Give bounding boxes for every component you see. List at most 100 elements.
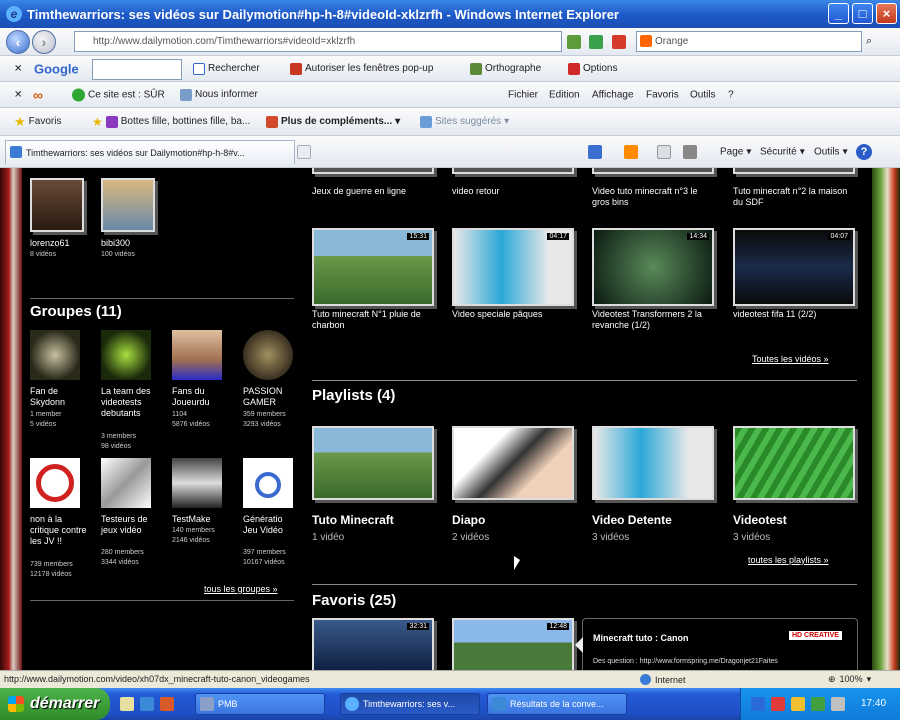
quicklaunch-icon[interactable] bbox=[120, 697, 134, 711]
home-icon[interactable] bbox=[588, 145, 602, 159]
zoom-level[interactable]: ⊕ 100% ▾ bbox=[828, 674, 871, 685]
more-addons-link[interactable]: Plus de compléments... ▾ bbox=[266, 115, 400, 128]
group-thumbnail[interactable] bbox=[30, 458, 80, 508]
group-thumbnail[interactable] bbox=[243, 330, 293, 380]
group-name[interactable]: Génératio Jeu Vidéo bbox=[243, 514, 299, 536]
group-thumbnail[interactable] bbox=[101, 458, 151, 508]
friend-avatar[interactable] bbox=[30, 178, 84, 232]
search-input[interactable]: Orange bbox=[636, 31, 862, 52]
menu-edit[interactable]: Edition bbox=[549, 89, 580, 100]
clock[interactable]: 17:40 bbox=[861, 698, 886, 709]
group-name[interactable]: Testeurs de jeux vidéo bbox=[101, 514, 163, 536]
favorite-title[interactable]: Minecraft tuto : Canon bbox=[593, 633, 689, 644]
group-name[interactable]: Fan de Skydonn bbox=[30, 386, 92, 408]
tray-icon[interactable] bbox=[791, 697, 805, 711]
video-thumbnail[interactable] bbox=[452, 168, 574, 174]
inform-button[interactable]: Nous informer bbox=[180, 88, 258, 101]
playlist-name[interactable]: Diapo bbox=[452, 513, 485, 527]
friend-avatar[interactable] bbox=[101, 178, 155, 232]
group-name[interactable]: TestMake bbox=[172, 514, 234, 525]
group-thumbnail[interactable] bbox=[30, 330, 80, 380]
suggested-sites-link[interactable]: Sites suggérés ▾ bbox=[420, 115, 509, 128]
close-toolbar2-icon[interactable]: ✕ bbox=[14, 89, 22, 100]
close-button[interactable]: × bbox=[876, 3, 897, 24]
playlist-thumbnail[interactable] bbox=[592, 426, 714, 500]
tab-dailymotion[interactable]: Timthewarriors: ses vidéos sur Dailymoti… bbox=[5, 140, 295, 164]
video-title[interactable]: Tuto minecraft N°1 pluie de charbon bbox=[312, 309, 436, 331]
video-title[interactable]: videotest fifa 11 (2/2) bbox=[733, 309, 857, 320]
video-thumbnail[interactable]: 14:34 bbox=[592, 228, 714, 306]
minimize-button[interactable]: _ bbox=[828, 3, 849, 24]
friend-name[interactable]: lorenzo61 bbox=[30, 238, 70, 249]
group-thumbnail[interactable] bbox=[172, 458, 222, 508]
video-title[interactable]: Jeux de guerre en ligne bbox=[312, 186, 436, 197]
playlist-name[interactable]: Tuto Minecraft bbox=[312, 513, 394, 527]
video-thumbnail[interactable] bbox=[592, 168, 714, 174]
options-button[interactable]: Options bbox=[568, 62, 617, 75]
window-title-bar[interactable]: e Timthewarriors: ses vidéos sur Dailymo… bbox=[0, 0, 900, 28]
menu-help[interactable]: ? bbox=[728, 89, 734, 100]
refresh-icon[interactable] bbox=[589, 35, 603, 49]
quicklaunch-icon[interactable] bbox=[160, 697, 174, 711]
rss-icon[interactable] bbox=[624, 145, 638, 159]
volume-icon[interactable] bbox=[831, 697, 845, 711]
group-name[interactable]: non à la critique contre les JV !! bbox=[30, 514, 92, 547]
all-groups-link[interactable]: tous les groupes » bbox=[204, 584, 278, 594]
group-thumbnail[interactable] bbox=[101, 330, 151, 380]
playlist-name[interactable]: Video Detente bbox=[592, 513, 672, 527]
favorite-thumbnail[interactable]: 12:48 bbox=[452, 618, 574, 670]
video-thumbnail[interactable] bbox=[733, 168, 855, 174]
taskbar-button-ie[interactable]: Timthewarriors: ses v... bbox=[340, 693, 480, 715]
playlist-thumbnail[interactable] bbox=[733, 426, 855, 500]
video-title[interactable]: Video tuto minecraft n°3 le gros bins bbox=[592, 186, 716, 208]
taskbar-button-pmb[interactable]: PMB bbox=[195, 693, 325, 715]
start-button[interactable]: démarrer bbox=[0, 688, 110, 720]
menu-file[interactable]: Fichier bbox=[508, 89, 538, 100]
tools-menu[interactable]: Outils ▾ bbox=[814, 146, 848, 157]
security-menu[interactable]: Sécurité ▾ bbox=[760, 146, 805, 157]
tray-icon[interactable] bbox=[751, 697, 765, 711]
group-name[interactable]: PASSION GAMER bbox=[243, 386, 299, 408]
address-input[interactable]: http://www.dailymotion.com/Timthewarrior… bbox=[74, 31, 562, 52]
video-thumbnail[interactable]: 15:31 bbox=[312, 228, 434, 306]
quicklaunch-icon[interactable] bbox=[140, 697, 154, 711]
google-search-button[interactable]: Rechercher bbox=[193, 62, 260, 75]
forward-button[interactable]: › bbox=[32, 30, 56, 54]
video-title[interactable]: Videotest Transformers 2 la revanche (1/… bbox=[592, 309, 716, 331]
video-thumbnail[interactable] bbox=[312, 168, 434, 174]
group-thumbnail[interactable] bbox=[243, 458, 293, 508]
menu-favorites[interactable]: Favoris bbox=[646, 89, 679, 100]
group-name[interactable]: La team des videotests debutants bbox=[101, 386, 163, 419]
playlist-name[interactable]: Videotest bbox=[733, 513, 787, 527]
page-menu[interactable]: Page ▾ bbox=[720, 146, 751, 157]
all-playlists-link[interactable]: toutes les playlists » bbox=[748, 555, 829, 565]
menu-view[interactable]: Affichage bbox=[592, 89, 634, 100]
taskbar-button-results[interactable]: Résultats de la conve... bbox=[487, 693, 627, 715]
print-icon[interactable] bbox=[683, 145, 697, 159]
video-title[interactable]: Video speciale pâques bbox=[452, 309, 576, 320]
close-toolbar-icon[interactable]: ✕ bbox=[14, 63, 22, 74]
tray-icon[interactable] bbox=[771, 697, 785, 711]
menu-tools[interactable]: Outils bbox=[690, 89, 716, 100]
video-title[interactable]: video retour bbox=[452, 186, 576, 197]
group-thumbnail[interactable] bbox=[172, 330, 222, 380]
video-thumbnail[interactable]: 04:17 bbox=[452, 228, 574, 306]
compat-icon[interactable] bbox=[567, 35, 581, 49]
friend-name[interactable]: bibi300 bbox=[101, 238, 130, 249]
new-tab-button[interactable] bbox=[297, 145, 311, 159]
maximize-button[interactable]: □ bbox=[852, 3, 873, 24]
security-zone[interactable]: Internet bbox=[640, 674, 686, 685]
favorites-button[interactable]: ★ Favoris bbox=[14, 114, 61, 130]
group-name[interactable]: Fans du Joueurdu bbox=[172, 386, 234, 408]
google-search-input[interactable] bbox=[92, 59, 182, 80]
playlist-thumbnail[interactable] bbox=[452, 426, 574, 500]
popup-blocker-button[interactable]: Autoriser les fenêtres pop-up bbox=[290, 62, 433, 75]
mail-icon[interactable] bbox=[657, 145, 671, 159]
video-title[interactable]: Tuto minecraft n°2 la maison du SDF bbox=[733, 186, 857, 208]
site-safe-indicator[interactable]: Ce site est : SÛR bbox=[72, 88, 165, 101]
video-thumbnail[interactable]: 04:07 bbox=[733, 228, 855, 306]
tray-icon[interactable] bbox=[811, 697, 825, 711]
spellcheck-button[interactable]: Orthographe bbox=[470, 62, 541, 75]
help-icon[interactable]: ? bbox=[856, 144, 872, 160]
search-icon[interactable]: ⌕ bbox=[866, 35, 872, 48]
